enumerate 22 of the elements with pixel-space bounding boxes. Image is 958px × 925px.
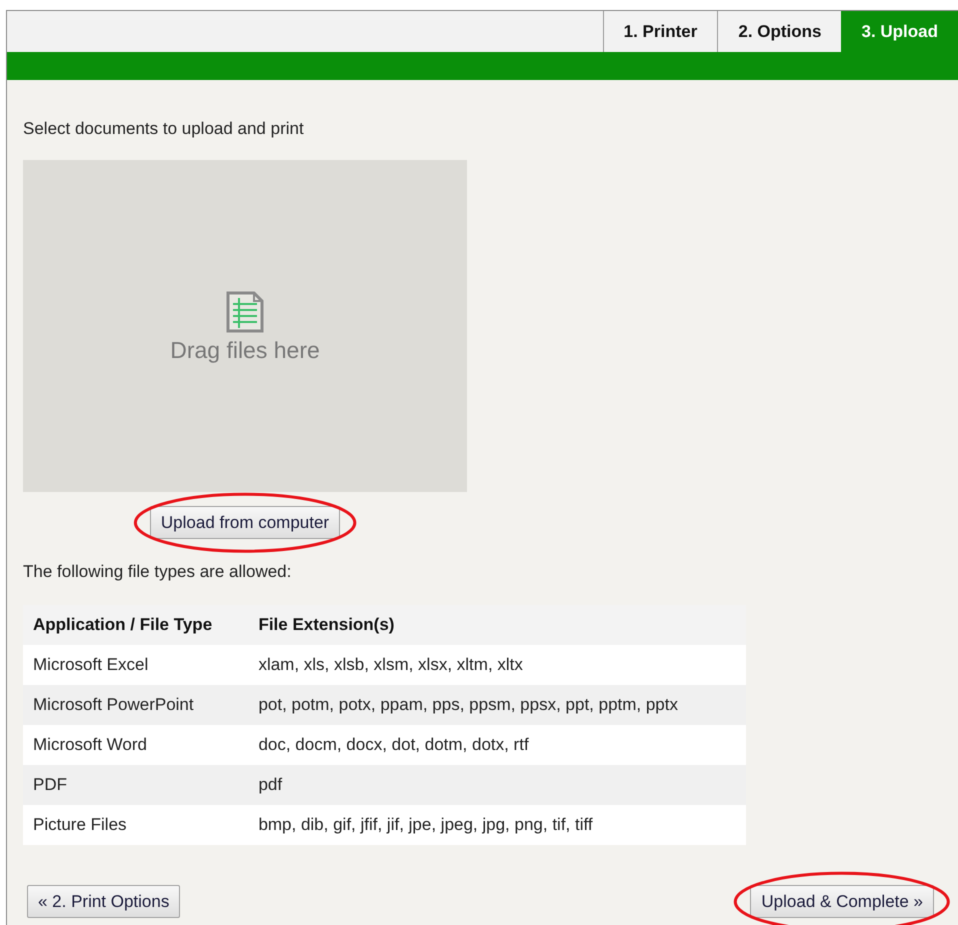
table-cell: bmp, dib, gif, jfif, jif, jpe, jpeg, jpg, png, tif, tiff bbox=[248, 804, 746, 844]
drop-zone-label: Drag files here bbox=[170, 336, 320, 366]
table-cell: pot, potm, potx, ppam, pps, ppsm, ppsx, ppt, pptm, pptx bbox=[248, 684, 746, 724]
document-icon bbox=[226, 291, 264, 334]
table-cell: doc, docm, docx, dot, dotm, dotx, rtf bbox=[248, 724, 746, 764]
table-cell: Microsoft PowerPoint bbox=[23, 684, 248, 724]
table-cell: PDF bbox=[23, 764, 248, 804]
column-header: File Extension(s) bbox=[248, 604, 746, 644]
table-cell: Picture Files bbox=[23, 804, 248, 844]
table-cell: Microsoft Word bbox=[23, 724, 248, 764]
allowed-note: The following file types are allowed: bbox=[23, 561, 292, 583]
button[interactable]: Upload & Complete » bbox=[750, 884, 934, 918]
table-cell: pdf bbox=[248, 764, 746, 804]
tab[interactable]: 2. Options bbox=[717, 11, 842, 52]
instruction-text: Select documents to upload and print bbox=[23, 118, 305, 140]
button[interactable]: « 2. Print Options bbox=[27, 884, 180, 918]
table-cell: Microsoft Excel bbox=[23, 644, 248, 684]
tab[interactable]: 3. Upload bbox=[841, 11, 958, 52]
column-header: Application / File Type bbox=[23, 604, 248, 644]
tab[interactable]: 1. Printer bbox=[602, 11, 718, 52]
table-cell: xlam, xls, xlsb, xlsm, xlsx, xltm, xltx bbox=[248, 644, 746, 684]
button[interactable]: Upload from computer bbox=[150, 506, 340, 539]
